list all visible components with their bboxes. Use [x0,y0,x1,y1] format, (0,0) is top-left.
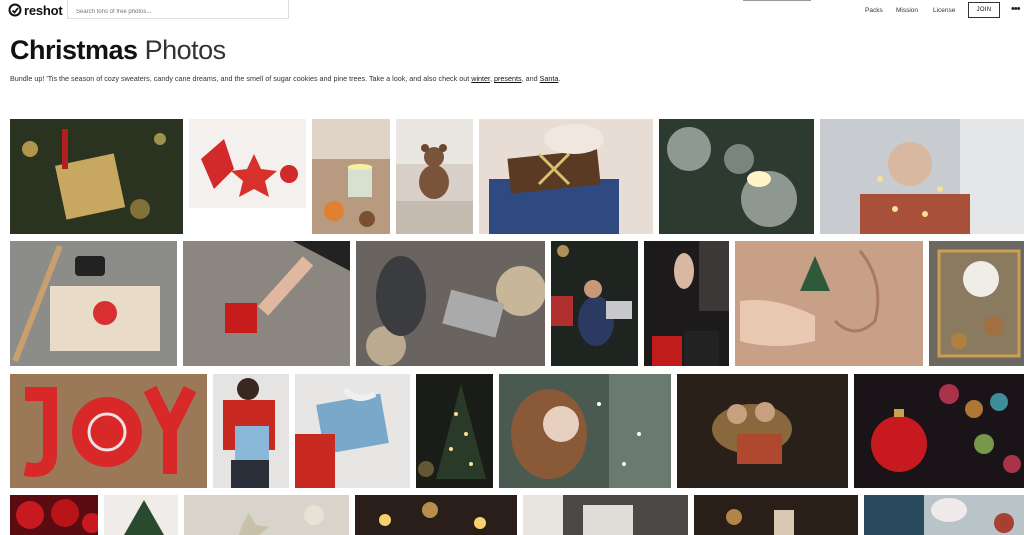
more-menu-icon[interactable]: ••• [1011,4,1021,15]
photo-laptop-bokeh[interactable] [356,241,545,366]
nav-license-link[interactable]: License [933,7,955,14]
photo-snowy-pine-lights[interactable] [659,119,814,234]
photo-wrapping-gift[interactable] [10,241,177,366]
nav-mission-link[interactable]: Mission [896,7,918,14]
photo-small-tree[interactable] [104,495,178,535]
search-input[interactable] [67,0,289,19]
header-divider [743,0,811,1]
site-header: reshot Packs Mission License JOIN ••• [0,0,1024,22]
photo-snowy-branches[interactable] [523,495,688,535]
reshot-logo[interactable]: reshot [8,1,63,19]
photo-woman-laptop-tree[interactable] [551,241,638,366]
photo-kids-opening-gift[interactable] [677,374,848,488]
link-santa[interactable]: Santa [540,74,559,83]
sep-3: . [558,74,561,83]
title-light: Photos [144,35,227,65]
title-bold: Christmas [10,35,138,65]
reshot-logo-icon [8,3,22,17]
photo-cocoa-nuts[interactable] [929,241,1024,366]
photo-dark-candles[interactable] [694,495,858,535]
photo-hand-red-gift[interactable] [183,241,350,366]
photo-joy-letters[interactable] [10,374,207,488]
photo-blue-gift-ribbon[interactable] [295,374,410,488]
photo-red-reindeer-ornaments[interactable] [189,119,306,208]
photo-sparklers[interactable] [355,495,517,535]
photo-hands-holding-gift[interactable] [479,119,653,234]
description-text: Bundle up! 'Tis the season of cozy sweat… [10,74,470,83]
photo-red-baubles[interactable] [10,495,98,535]
page-title: Christmas Photos [10,35,226,66]
link-presents[interactable]: presents [494,74,522,83]
nav-packs-link[interactable]: Packs [865,7,883,14]
logo-text: reshot [24,2,63,18]
photo-teddy-bear[interactable] [396,119,473,234]
sep-1: , [490,74,493,83]
photo-star-topper[interactable] [184,495,349,535]
photo-candle-cinnamon[interactable] [312,119,390,234]
join-button[interactable]: JOIN [968,2,1000,18]
photo-christmas-tree-lights[interactable] [416,374,493,488]
photo-red-ornament-bokeh[interactable] [854,374,1024,488]
photo-cookie-cutter-dough[interactable] [735,241,923,366]
sep-2: , and [521,74,538,83]
photo-woman-fairy-lights[interactable] [820,119,1024,234]
photo-woman-red-sweater-gift[interactable] [213,374,289,488]
photo-cocoa-marshmallows[interactable] [864,495,1024,535]
photo-shopping-bags[interactable] [644,241,729,366]
link-winter[interactable]: winter [471,74,490,83]
photo-gift-ornament[interactable] [10,119,183,234]
page-description: Bundle up! 'Tis the season of cozy sweat… [10,74,560,83]
photo-child-snow[interactable] [499,374,671,488]
